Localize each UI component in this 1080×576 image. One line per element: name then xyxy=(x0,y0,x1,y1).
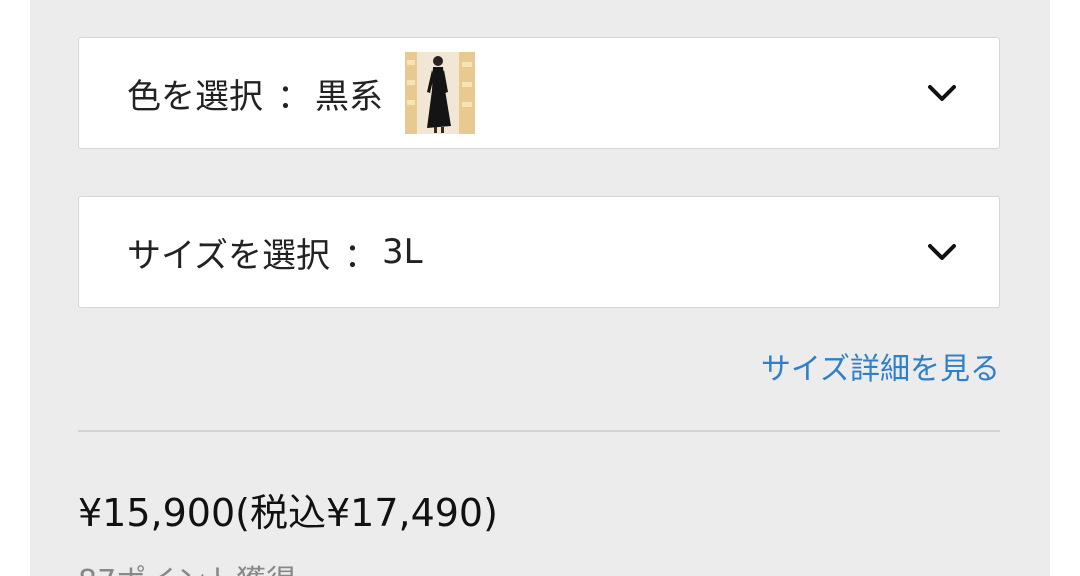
color-select-separator: ： xyxy=(277,76,311,117)
size-select-value: 3L xyxy=(381,232,423,272)
size-select-text: サイズを選択 ： 3L xyxy=(127,197,423,307)
size-select-separator: ： xyxy=(343,235,378,276)
color-select-value: 黒系 xyxy=(315,76,383,117)
size-select[interactable]: サイズを選択 ： 3L xyxy=(78,196,1000,308)
chevron-down-icon xyxy=(928,85,956,101)
color-select[interactable]: 色を選択 ： 黒系 xyxy=(78,37,1000,149)
color-select-label: 色を選択 xyxy=(127,76,263,117)
points-text: 87ポイント獲得 xyxy=(78,556,296,576)
size-detail-link[interactable]: サイズ詳細を見る xyxy=(761,344,1000,388)
color-select-text: 色を選択 ： 黒系 xyxy=(127,38,475,148)
section-divider xyxy=(78,430,1000,432)
size-select-label: サイズを選択 xyxy=(127,235,330,276)
color-thumbnail xyxy=(405,52,475,134)
product-options-screen: 色を選択 ： 黒系 サイズを選択 ： 3L サイズ詳細を見る ¥15,900(税… xyxy=(0,0,1080,576)
price-text: ¥15,900(税込¥17,490) xyxy=(78,491,498,535)
chevron-down-icon xyxy=(928,244,956,260)
